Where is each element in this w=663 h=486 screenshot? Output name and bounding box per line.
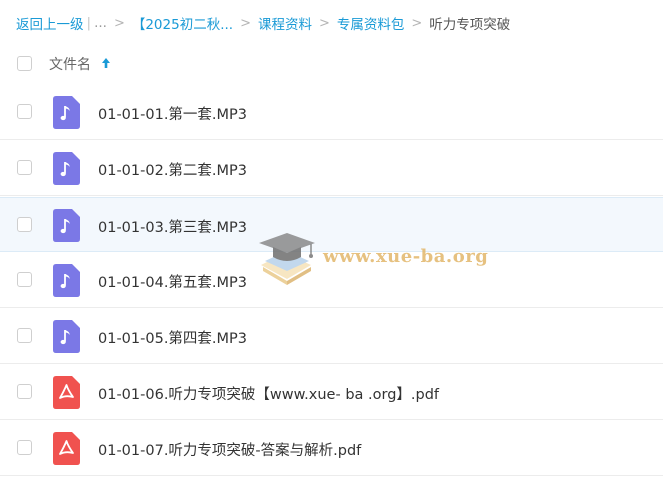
audio-file-icon[interactable] xyxy=(53,152,80,185)
breadcrumb-separator: > xyxy=(113,15,125,31)
row-checkbox[interactable] xyxy=(17,217,32,232)
graduation-cap-icon xyxy=(259,233,315,285)
row-checkbox[interactable] xyxy=(17,384,32,399)
audio-file-icon[interactable] xyxy=(53,209,80,242)
watermark: www.xue-ba.org xyxy=(255,225,488,287)
breadcrumb-ellipsis[interactable]: ... xyxy=(94,15,107,31)
file-row[interactable]: 01-01-07.听力专项突破-答案与解析.pdf xyxy=(0,421,663,476)
breadcrumb-separator: > xyxy=(240,15,251,31)
file-name[interactable]: 01-01-05.第四套.MP3 xyxy=(98,327,247,348)
breadcrumb-current: 听力专项突破 xyxy=(429,17,511,33)
row-checkbox[interactable] xyxy=(17,272,32,287)
file-name[interactable]: 01-01-06.听力专项突破【www.xue- ba .org】.pdf xyxy=(98,383,439,404)
file-row[interactable]: 01-01-02.第二套.MP3 xyxy=(0,141,663,196)
breadcrumb-item-course[interactable]: 【2025初二秋... xyxy=(132,13,233,33)
audio-file-icon[interactable] xyxy=(53,264,80,297)
file-row[interactable]: 01-01-06.听力专项突破【www.xue- ba .org】.pdf xyxy=(0,365,663,420)
row-checkbox[interactable] xyxy=(17,160,32,175)
file-name[interactable]: 01-01-02.第二套.MP3 xyxy=(98,159,247,180)
file-row[interactable]: 01-01-01.第一套.MP3 xyxy=(0,85,663,140)
row-checkbox[interactable] xyxy=(17,440,32,455)
breadcrumb: 返回上一级 | ... > 【2025初二秋... > 课程资料 > 专属资料包… xyxy=(16,13,510,33)
audio-file-icon[interactable] xyxy=(53,320,80,353)
back-link[interactable]: 返回上一级 xyxy=(16,13,84,33)
file-name[interactable]: 01-01-01.第一套.MP3 xyxy=(98,103,247,124)
select-all-checkbox[interactable] xyxy=(17,56,32,71)
file-name[interactable]: 01-01-04.第五套.MP3 xyxy=(98,271,247,292)
pdf-file-icon[interactable] xyxy=(53,376,80,409)
row-checkbox[interactable] xyxy=(17,328,32,343)
column-header-filename[interactable]: 文件名 xyxy=(49,54,91,74)
breadcrumb-separator: > xyxy=(411,15,423,31)
sort-ascending-icon[interactable] xyxy=(100,56,112,70)
file-name[interactable]: 01-01-07.听力专项突破-答案与解析.pdf xyxy=(98,439,361,460)
file-row[interactable]: 01-01-05.第四套.MP3 xyxy=(0,309,663,364)
breadcrumb-pipe: | xyxy=(86,15,92,31)
breadcrumb-item-materials[interactable]: 课程资料 xyxy=(258,13,312,33)
file-list-header: 文件名 xyxy=(0,44,663,84)
row-checkbox[interactable] xyxy=(17,104,32,119)
audio-file-icon[interactable] xyxy=(53,96,80,129)
watermark-text: www.xue-ba.org xyxy=(323,246,489,267)
pdf-file-icon[interactable] xyxy=(53,432,80,465)
breadcrumb-separator: > xyxy=(318,15,330,31)
breadcrumb-item-package[interactable]: 专属资料包 xyxy=(337,13,405,33)
file-name[interactable]: 01-01-03.第三套.MP3 xyxy=(98,216,247,237)
